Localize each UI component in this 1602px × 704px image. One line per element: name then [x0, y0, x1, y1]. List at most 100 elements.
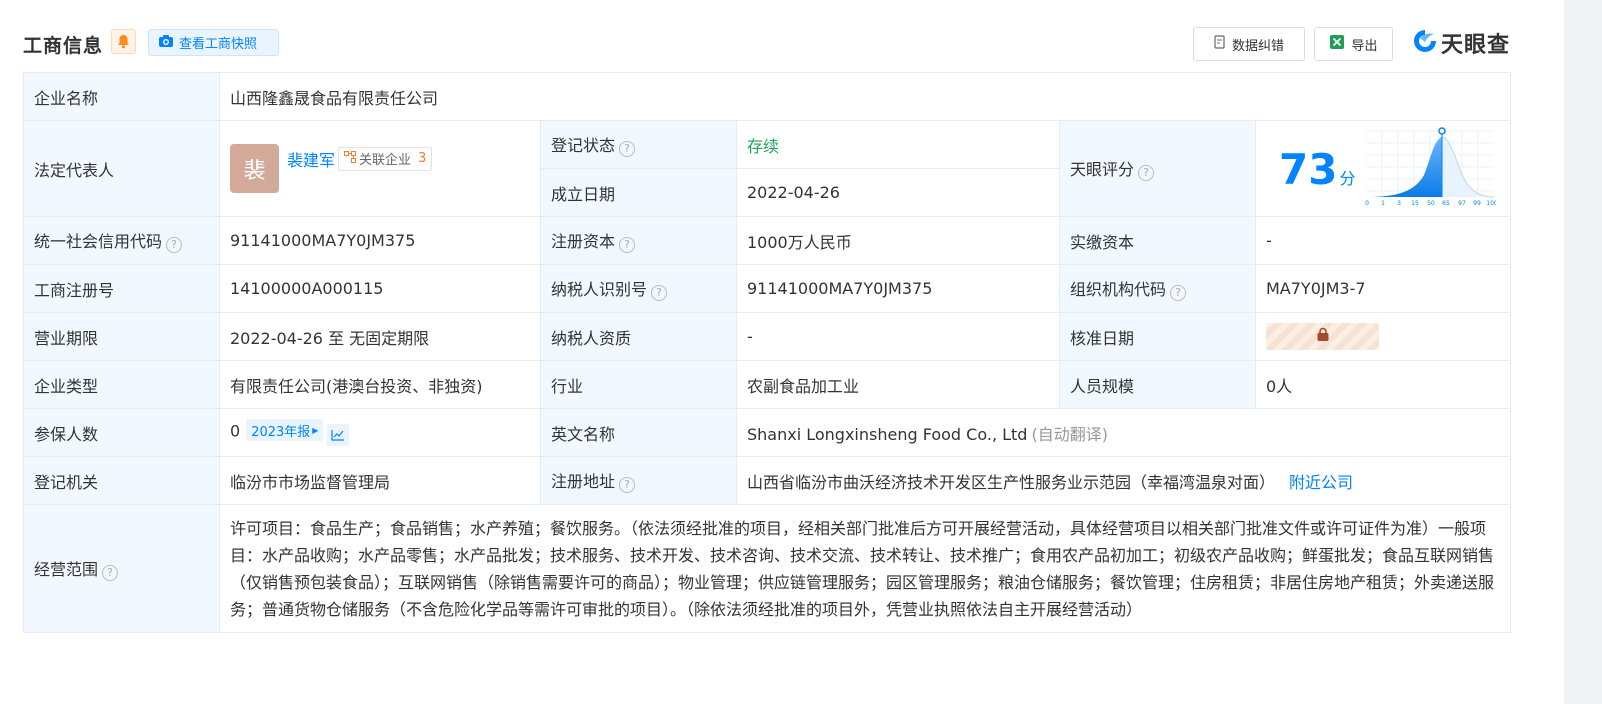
related-companies-count: 3 [418, 151, 427, 166]
score-label-cell: 天眼评分? [1059, 120, 1256, 217]
help-icon[interactable]: ? [619, 141, 636, 157]
status-value-cell: 存续 [736, 120, 1060, 169]
business-info-card: 工商信息 查看工商快照 数据纠错 导出 天眼查 企业名称 山西隆鑫晟食品有限责任… [0, 0, 1564, 704]
auto-translate-note: (自动翻译) [1031, 424, 1108, 444]
help-icon[interactable]: ? [619, 477, 636, 493]
tick-label: 50 [1427, 200, 1435, 207]
table-row: 法定代表人 裴裴建军 关联企业 3 登记状态? 存续 天眼评分? 73 分 0 … [23, 120, 1512, 217]
legal-rep-cell: 裴裴建军 关联企业 3 [219, 120, 541, 217]
score-unit: 分 [1339, 169, 1356, 188]
staff-size-label: 人员规模 [1059, 360, 1256, 409]
tick-label: 97 [1458, 200, 1466, 207]
authority-value: 临汾市市场监督管理局 [219, 456, 541, 505]
help-icon[interactable]: ? [1138, 165, 1155, 181]
term-label: 营业期限 [23, 312, 220, 361]
tick-label: 0 [1365, 200, 1369, 207]
help-icon[interactable]: ? [166, 237, 183, 253]
nearby-companies-link[interactable]: 附近公司 [1289, 473, 1353, 492]
org-code-label: 组织机构代码 [1070, 280, 1167, 299]
table-row: 企业名称 山西隆鑫晟食品有限责任公司 [23, 72, 1512, 121]
trend-chart-icon[interactable] [327, 423, 350, 446]
score-label: 天眼评分 [1070, 160, 1135, 179]
table-row: 工商注册号 14100000A000115 纳税人识别号? 91141000MA… [23, 264, 1512, 313]
table-row: 参保人数 0 2023年报 ▶ 英文名称 Shanxi Longxinsheng F… [23, 408, 1512, 457]
staff-size-value: 0人 [1254, 360, 1512, 409]
legal-rep-label: 法定代表人 [23, 120, 220, 217]
company-type-label: 企业类型 [23, 360, 220, 409]
tick-label: 3 [1397, 200, 1401, 207]
approve-date-label: 核准日期 [1059, 312, 1256, 361]
table-row: 经营范围? 许可项目：食品生产；食品销售；水产养殖；餐饮服务。（依法须经批准的项… [23, 504, 1512, 633]
legal-rep-name-link[interactable]: 裴建军 [287, 151, 335, 170]
help-icon[interactable]: ? [651, 285, 668, 301]
status-label-cell: 登记状态? [540, 120, 737, 169]
annual-report-label: 2023年报 [251, 424, 311, 440]
reg-capital-value: 1000万人民币 [736, 216, 1060, 265]
scope-label: 经营范围 [34, 560, 99, 579]
snapshot-label: 查看工商快照 [179, 37, 258, 52]
score-distribution-chart: 0 1 3 15 50 65 97 99 100 [1365, 127, 1496, 207]
lock-icon [1316, 327, 1330, 346]
help-icon[interactable]: ? [102, 565, 119, 581]
bell-icon[interactable] [111, 29, 136, 54]
credit-code-label-cell: 统一社会信用代码? [23, 216, 220, 265]
approve-date-cell [1254, 312, 1512, 361]
term-value: 2022-04-26 至 无固定期限 [219, 312, 541, 361]
table-row: 企业类型 有限责任公司(港澳台投资、非独资) 行业 农副食品加工业 人员规模 0… [23, 360, 1512, 409]
taxpayer-id-value: 91141000MA7Y0JM375 [736, 264, 1060, 313]
scope-label-cell: 经营范围? [23, 504, 220, 633]
reg-capital-label: 注册资本 [551, 232, 616, 251]
view-snapshot-button[interactable]: 查看工商快照 [148, 29, 279, 56]
taxpayer-qual-label: 纳税人资质 [540, 312, 737, 361]
address-label: 注册地址 [551, 472, 616, 491]
tick-label: 1 [1381, 200, 1385, 207]
related-companies-label: 关联企业 [359, 153, 412, 168]
help-icon[interactable]: ? [1170, 285, 1187, 301]
avatar[interactable]: 裴 [230, 144, 279, 193]
help-icon[interactable]: ? [619, 237, 636, 253]
english-name-value: Shanxi Longxinsheng Food Co., Ltd [747, 424, 1028, 444]
address-value: 山西省临汾市曲沃经济技术开发区生产性服务业示范园（幸福湾温泉对面） [747, 472, 1276, 492]
score-cell[interactable]: 73 分 0 1 3 15 50 65 97 99 100 [1254, 120, 1512, 217]
insured-label: 参保人数 [23, 408, 220, 457]
business-info-table: 企业名称 山西隆鑫晟食品有限责任公司 法定代表人 裴裴建军 关联企业 3 登记状态?… [23, 72, 1512, 633]
score-value: 73 分 [1279, 145, 1355, 194]
relation-icon [344, 150, 357, 167]
status-badge: 存续 [747, 136, 780, 156]
section-header: 工商信息 查看工商快照 数据纠错 导出 天眼查 [23, 27, 1534, 61]
camera-icon [158, 34, 174, 52]
annual-report-tag[interactable]: 2023年报 ▶ [246, 419, 324, 442]
table-row: 登记机关 临汾市市场监督管理局 注册地址? 山西省临汾市曲沃经济技术开发区生产性… [23, 456, 1512, 505]
taxpayer-qual-value: - [736, 312, 1060, 361]
excel-icon [1329, 34, 1345, 54]
export-button[interactable]: 导出 [1314, 27, 1393, 61]
insured-value: 0 [230, 421, 241, 441]
english-name-cell: Shanxi Longxinsheng Food Co., Ltd (自动翻译) [735, 408, 1512, 457]
score-axis-ticks: 0 1 3 15 50 65 97 99 100 [1365, 200, 1496, 207]
logo-mark-icon [1412, 28, 1438, 58]
paid-capital-value: - [1254, 216, 1512, 265]
founded-value: 2022-04-26 [736, 168, 1060, 217]
status-label: 登记状态 [551, 136, 616, 155]
insured-cell: 0 2023年报 ▶ [219, 408, 541, 457]
taxpayer-id-label-cell: 纳税人识别号? [540, 264, 737, 313]
related-companies-tag[interactable]: 关联企业 3 [338, 146, 433, 171]
section-title: 工商信息 [23, 35, 104, 57]
org-code-label-cell: 组织机构代码? [1059, 264, 1256, 313]
document-edit-icon [1214, 35, 1226, 53]
credit-code-value: 91141000MA7Y0JM375 [219, 216, 541, 265]
table-row: 营业期限 2022-04-26 至 无固定期限 纳税人资质 - 核准日期 [23, 312, 1512, 361]
industry-label: 行业 [540, 360, 737, 409]
correction-label: 数据纠错 [1231, 38, 1284, 54]
company-type-value: 有限责任公司(港澳台投资、非独资) [219, 360, 541, 409]
tick-label: 65 [1442, 200, 1450, 207]
logo-text: 天眼查 [1441, 33, 1511, 58]
locked-value[interactable] [1266, 323, 1379, 350]
tick-label: 15 [1411, 200, 1419, 207]
paid-capital-label: 实缴资本 [1059, 216, 1256, 265]
caret-right-icon: ▶ [312, 425, 319, 435]
data-correction-button[interactable]: 数据纠错 [1193, 27, 1305, 61]
reg-no-label: 工商注册号 [23, 264, 220, 313]
reg-no-value: 14100000A000115 [219, 264, 541, 313]
export-label: 导出 [1351, 38, 1378, 54]
